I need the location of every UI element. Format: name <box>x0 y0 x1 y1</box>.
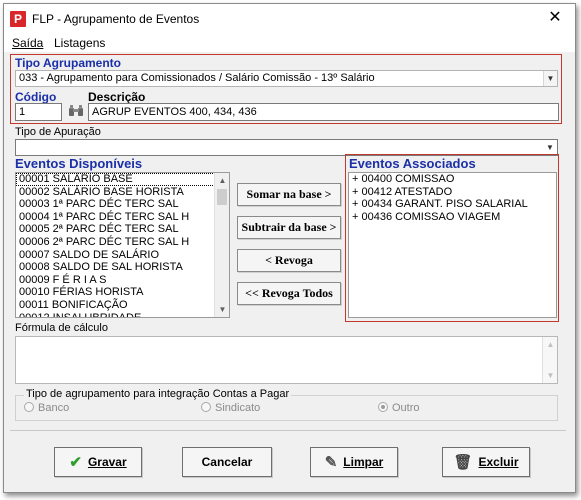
formula-label: Fórmula de cálculo <box>15 322 108 334</box>
list-item[interactable]: 00008 SALDO DE SAL HORISTA <box>16 261 229 274</box>
gravar-button[interactable]: ✔ Gravar <box>54 447 142 477</box>
radio-banco[interactable]: Banco <box>24 402 69 414</box>
radio-sindicato[interactable]: Sindicato <box>201 402 260 414</box>
title-bar: P FLP - Agrupamento de Eventos ✕ <box>4 4 575 34</box>
close-icon[interactable]: ✕ <box>547 9 563 27</box>
scroll-up-icon[interactable]: ▲ <box>215 173 229 188</box>
scroll-up-icon[interactable]: ▲ <box>543 337 557 352</box>
chevron-down-icon[interactable]: ▼ <box>543 71 557 86</box>
eventos-associados-list[interactable]: + 00400 COMISSAO + 00412 ATESTADO + 00434 … <box>348 172 557 318</box>
binoculars-icon[interactable] <box>66 104 86 121</box>
revoga-todos-button[interactable]: << Revoga Todos <box>237 282 341 305</box>
trash-icon: 🗑 <box>453 454 473 471</box>
tipo-agrupamento-value: 033 - Agrupamento para Comissionados / S… <box>19 72 375 84</box>
list-item[interactable]: + 00412 ATESTADO <box>349 186 556 199</box>
menu-bar: Saída Listagens <box>4 34 575 52</box>
descricao-input[interactable]: AGRUP EVENTOS 400, 434, 436 <box>88 103 559 121</box>
scroll-thumb[interactable] <box>217 189 227 205</box>
formula-scrollbar[interactable]: ▲ ▼ <box>542 337 557 383</box>
list-item[interactable]: 00003 1ª PARC DÉC TERC SAL <box>16 198 229 211</box>
list-item[interactable]: 00009 F É R I A S <box>16 274 229 287</box>
list-item[interactable]: 00004 1ª PARC DÉC TERC SAL H <box>16 211 229 224</box>
list-item[interactable]: 00001 SALÁRIO BASE <box>16 173 229 186</box>
radio-outro[interactable]: Outro <box>378 402 420 414</box>
integracao-group-label: Tipo de agrupamento para integração Cont… <box>24 388 292 400</box>
eventos-associados-label: Eventos Associados <box>349 156 476 171</box>
agrupamento-eventos-window: P FLP - Agrupamento de Eventos ✕ Saída L… <box>3 3 576 493</box>
radio-circle-selected <box>378 402 388 412</box>
eventos-disponiveis-list[interactable]: 00001 SALÁRIO BASE 00002 SALÁRIO BASE HOR… <box>15 172 230 318</box>
subtrair-da-base-button[interactable]: Subtrair da base > <box>237 216 341 239</box>
formula-textarea[interactable]: ▲ ▼ <box>15 336 558 384</box>
check-icon: ✔ <box>69 454 82 471</box>
radio-circle <box>201 402 211 412</box>
scroll-down-icon[interactable]: ▼ <box>215 302 229 317</box>
list-item[interactable]: + 00434 GARANT. PISO SALARIAL <box>349 198 556 211</box>
chevron-down-icon[interactable]: ▼ <box>543 140 557 155</box>
cancelar-button[interactable]: Cancelar <box>182 447 272 477</box>
excluir-button[interactable]: 🗑 Excluir <box>442 447 530 477</box>
list-item[interactable]: + 00436 COMISSAO VIAGEM <box>349 211 556 224</box>
window-title: FLP - Agrupamento de Eventos <box>32 12 200 26</box>
tipo-agrupamento-select[interactable]: 033 - Agrupamento para Comissionados / S… <box>15 70 558 87</box>
menu-saida[interactable]: Saída <box>12 36 43 50</box>
eraser-icon: ✎ <box>324 454 338 471</box>
somar-na-base-button[interactable]: Somar na base > <box>237 183 341 206</box>
radio-circle <box>24 402 34 412</box>
list-item[interactable]: 00007 SALDO DE SALÁRIO <box>16 249 229 262</box>
list-item[interactable]: 00002 SALÁRIO BASE HORISTA <box>16 186 229 199</box>
list-item[interactable]: + 00400 COMISSAO <box>349 173 556 186</box>
list-item[interactable]: 00005 2ª PARC DÉC TERC SAL <box>16 223 229 236</box>
app-icon: P <box>10 11 26 27</box>
list-item[interactable]: 00010 FÉRIAS HORISTA <box>16 286 229 299</box>
list-item[interactable]: 00012 INSALUBRIDADE <box>16 312 229 317</box>
codigo-label: Código <box>15 90 57 104</box>
eventos-disponiveis-label: Eventos Disponíveis <box>15 156 143 171</box>
list-item[interactable]: 00011 BONIFICAÇÃO <box>16 299 229 312</box>
vertical-scrollbar[interactable]: ▲ ▼ <box>214 173 229 317</box>
descricao-label: Descrição <box>88 90 146 104</box>
limpar-button[interactable]: ✎ Limpar <box>310 447 398 477</box>
revoga-button[interactable]: < Revoga <box>237 249 341 272</box>
tipo-apuracao-label: Tipo de Apuração <box>15 126 101 138</box>
tipo-agrupamento-label: Tipo Agrupamento <box>15 56 121 70</box>
codigo-input[interactable]: 1 <box>15 103 62 121</box>
list-item[interactable]: 00006 2ª PARC DÉC TERC SAL H <box>16 236 229 249</box>
menu-listagens[interactable]: Listagens <box>54 36 105 50</box>
scroll-down-icon[interactable]: ▼ <box>543 368 557 383</box>
